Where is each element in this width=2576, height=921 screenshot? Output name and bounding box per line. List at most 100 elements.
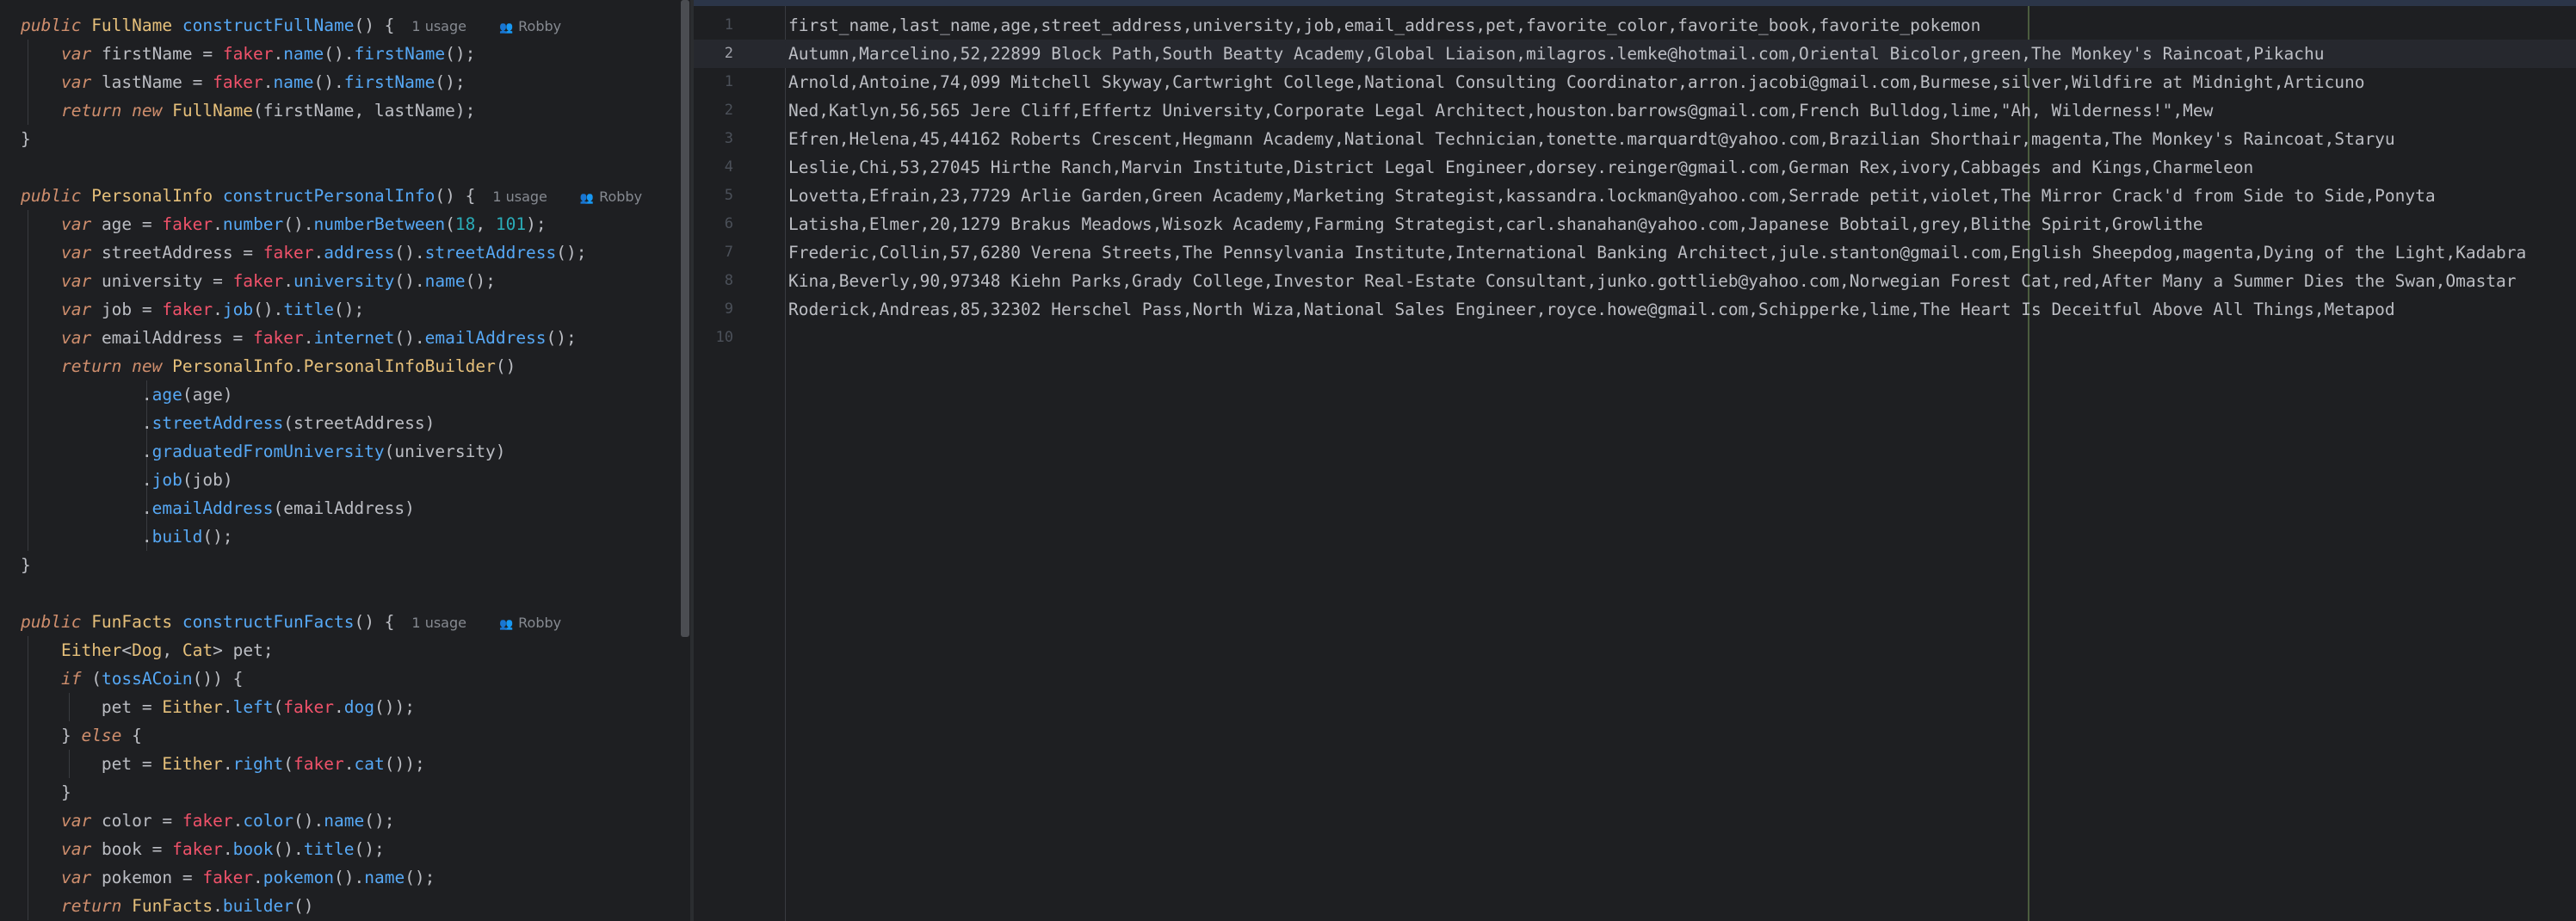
code-line[interactable]: .streetAddress(streetAddress) <box>21 409 435 437</box>
code-token: emailAddress = <box>101 328 254 348</box>
csv-editor-pane[interactable]: 1 first_name,last_name,age,street_address… <box>694 0 2576 921</box>
code-token: pet = <box>21 697 163 717</box>
code-line[interactable]: return new FullName(firstName, lastName)… <box>21 96 475 125</box>
code-line[interactable]: var streetAddress = faker.address().stre… <box>21 238 587 267</box>
code-token: (university) <box>384 442 506 461</box>
csv-data-row[interactable]: 8 Kina,Beverly,90,97348 Kiehn Parks,Grady… <box>694 267 2576 295</box>
line-number[interactable]: 9 <box>694 295 733 324</box>
csv-data-row[interactable]: 1 Arnold,Antoine,74,099 Mitchell Skyway,C… <box>694 68 2576 96</box>
code-line[interactable]: var color = faker.color().name(); <box>21 807 394 835</box>
line-number[interactable]: 3 <box>694 125 733 153</box>
csv-line-text: Kina,Beverly,90,97348 Kiehn Parks,Grady … <box>788 271 2517 291</box>
code-line[interactable]: var lastName = faker.name().firstName(); <box>21 68 466 96</box>
csv-data-row[interactable]: 5 Lovetta,Efrain,23,7729 Arlie Garden,Gre… <box>694 182 2576 210</box>
csv-data-row[interactable]: 9 Roderick,Andreas,85,32302 Herschel Pass… <box>694 295 2576 324</box>
code-token: age = <box>101 214 163 234</box>
line-number[interactable]: 10 <box>694 324 733 352</box>
code-line[interactable]: var pokemon = faker.pokemon().name(); <box>21 863 435 892</box>
code-line[interactable]: return new PersonalInfo.PersonalInfoBuil… <box>21 352 516 380</box>
code-token: ( <box>283 754 294 774</box>
code-line[interactable]: var job = faker.job().title(); <box>21 295 364 324</box>
code-token: name <box>364 868 405 887</box>
csv-header-row[interactable]: 1 first_name,last_name,age,street_address… <box>694 11 2576 40</box>
code-line[interactable]: var emailAddress = faker.internet().emai… <box>21 324 577 352</box>
line-number[interactable]: 2 <box>694 96 733 125</box>
author-hint[interactable]: 👥 Robby <box>484 615 561 631</box>
code-token: (). <box>253 300 284 319</box>
code-token: faker <box>263 243 314 263</box>
line-number[interactable]: 5 <box>694 182 733 210</box>
line-number[interactable]: 2 <box>694 40 733 68</box>
code-token: job = <box>101 300 163 319</box>
line-number[interactable]: 4 <box>694 153 733 182</box>
code-line[interactable]: public FullName constructFullName() {1 u… <box>21 11 561 40</box>
code-line[interactable]: pet = Either.right(faker.cat()); <box>21 750 425 778</box>
usage-hint[interactable]: 1 usage <box>492 189 547 205</box>
csv-data-row[interactable]: 2 Ned,Katlyn,56,565 Jere Cliff,Effertz Un… <box>694 96 2576 125</box>
code-token: (); <box>354 839 385 859</box>
code-token: (). <box>394 243 425 263</box>
code-line[interactable]: } <box>21 778 71 807</box>
code-token: . <box>303 328 314 348</box>
code-line[interactable]: var age = faker.number().numberBetween(1… <box>21 210 547 238</box>
people-icon: 👥 <box>498 618 514 631</box>
csv-data-row[interactable]: 3 Efren,Helena,45,44162 Roberts Crescent,… <box>694 125 2576 153</box>
ide-window: public FullName constructFullName() {1 u… <box>0 0 2576 921</box>
code-token: . <box>334 697 344 717</box>
code-token: ()); <box>374 697 415 717</box>
code-token: color = <box>101 811 182 831</box>
csv-data-row[interactable]: 7 Frederic,Collin,57,6280 Verena Streets,… <box>694 238 2576 267</box>
code-token: var <box>60 328 102 348</box>
line-number[interactable]: 8 <box>694 267 733 295</box>
code-token: streetAddress <box>424 243 557 263</box>
code-token: dog <box>343 697 374 717</box>
csv-data-row[interactable]: 2 Autumn,Marcelino,52,22899 Block Path,So… <box>694 40 2576 68</box>
code-line[interactable]: .graduatedFromUniversity(university) <box>21 437 506 466</box>
code-token: (); <box>435 72 466 92</box>
java-editor-pane[interactable]: public FullName constructFullName() {1 u… <box>0 0 690 921</box>
java-editor-scrollbar-thumb[interactable] <box>681 0 689 637</box>
code-token: var <box>60 839 102 859</box>
code-line[interactable]: if (tossACoin()) { <box>21 664 243 693</box>
code-token: . <box>222 754 233 774</box>
code-line[interactable]: var book = faker.book().title(); <box>21 835 385 863</box>
line-number[interactable]: 7 <box>694 238 733 267</box>
code-line[interactable]: .job(job) <box>21 466 233 494</box>
people-icon: 👥 <box>579 192 595 205</box>
code-token: . <box>232 811 244 831</box>
code-line[interactable]: var university = faker.university().name… <box>21 267 496 295</box>
code-line[interactable]: pet = Either.left(faker.dog()); <box>21 693 415 721</box>
csv-data-row[interactable]: 6 Latisha,Elmer,20,1279 Brakus Meadows,Wi… <box>694 210 2576 238</box>
author-hint[interactable]: 👥 Robby <box>565 189 642 205</box>
code-line[interactable]: var firstName = faker.name().firstName()… <box>21 40 475 68</box>
usage-hint[interactable]: 1 usage <box>411 615 466 631</box>
author-hint[interactable]: 👥 Robby <box>484 18 561 34</box>
code-line[interactable]: public PersonalInfo constructPersonalInf… <box>21 182 642 210</box>
code-token: name <box>283 44 324 64</box>
code-line[interactable]: .emailAddress(emailAddress) <box>21 494 415 522</box>
code-token: constructPersonalInfo <box>222 186 436 206</box>
code-token: . <box>21 442 152 461</box>
code-line[interactable]: .age(age) <box>21 380 233 409</box>
csv-data-row[interactable]: 4 Leslie,Chi,53,27045 Hirthe Ranch,Marvin… <box>694 153 2576 182</box>
code-token: . <box>222 839 233 859</box>
code-line[interactable]: } else { <box>21 721 142 750</box>
line-number[interactable]: 6 <box>694 210 733 238</box>
code-token: new <box>132 356 173 376</box>
usage-hint[interactable]: 1 usage <box>411 18 466 34</box>
code-line[interactable]: } <box>21 125 31 153</box>
csv-data-row[interactable]: 10 <box>694 324 2576 352</box>
line-number[interactable]: 1 <box>694 11 733 40</box>
code-line[interactable]: Either<Dog, Cat> pet; <box>21 636 274 664</box>
code-line[interactable]: public FunFacts constructFunFacts() {1 u… <box>21 608 561 636</box>
code-line[interactable]: } <box>21 551 31 579</box>
code-token: constructFullName <box>182 15 355 35</box>
code-token: (); <box>465 271 496 291</box>
code-token: (emailAddress) <box>273 498 415 518</box>
line-number[interactable]: 1 <box>694 68 733 96</box>
code-token: PersonalInfoBuilder <box>303 356 496 376</box>
code-line[interactable]: return FunFacts.builder() <box>21 892 314 920</box>
code-line[interactable]: .build(); <box>21 522 233 551</box>
